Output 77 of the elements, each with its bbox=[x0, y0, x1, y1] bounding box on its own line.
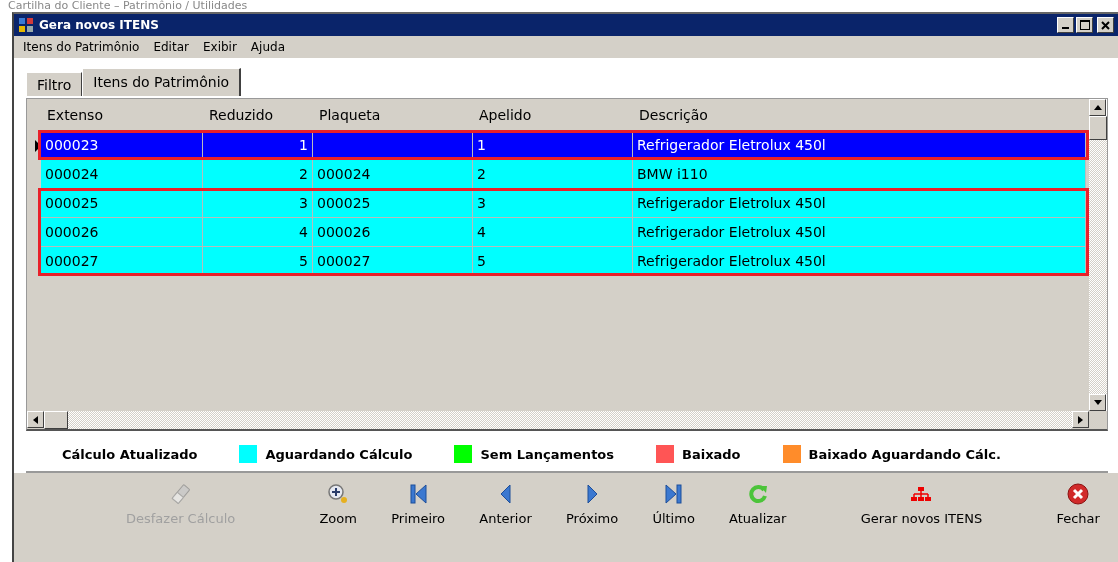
toolbar-button[interactable]: Próximo bbox=[564, 483, 621, 526]
table-cell: Refrigerador Eletrolux 450l bbox=[633, 131, 1086, 159]
table-cell: 000026 bbox=[313, 218, 473, 246]
tab[interactable]: Filtro bbox=[26, 72, 83, 96]
table-cell: 000027 bbox=[313, 247, 473, 275]
maximize-icon bbox=[1079, 20, 1090, 30]
table-cell: 4 bbox=[473, 218, 633, 246]
table-cell: Refrigerador Eletrolux 450l bbox=[633, 247, 1086, 275]
scroll-left-button[interactable] bbox=[27, 411, 44, 428]
table-cell: 5 bbox=[203, 247, 313, 275]
table-cell: 4 bbox=[203, 218, 313, 246]
zoom-icon bbox=[327, 483, 350, 505]
table-cell: 2 bbox=[473, 160, 633, 188]
table-cell: 1 bbox=[473, 131, 633, 159]
table-cell: 000027 bbox=[41, 247, 203, 275]
toolbar-button[interactable]: Zoom bbox=[317, 483, 359, 526]
menu-item[interactable]: Exibir bbox=[202, 40, 237, 54]
down-arrow-icon bbox=[1093, 400, 1102, 405]
table-cell: 000026 bbox=[41, 218, 203, 246]
close-icon bbox=[1101, 20, 1110, 30]
menu-item[interactable]: Ajuda bbox=[250, 40, 285, 54]
scroll-right-button[interactable] bbox=[1072, 411, 1089, 428]
table-cell: 3 bbox=[203, 189, 313, 217]
scroll-thumb[interactable] bbox=[44, 411, 68, 429]
close-icon bbox=[1067, 483, 1090, 505]
table-row[interactable]: 000024 2 000024 2 BMW i110 bbox=[41, 160, 1086, 189]
table-cell: BMW i110 bbox=[633, 160, 1086, 188]
column-header[interactable]: Apelido bbox=[473, 107, 633, 123]
right-arrow-icon bbox=[1078, 415, 1083, 424]
first-record-icon bbox=[407, 483, 430, 505]
table-row[interactable]: 000025 3 000025 3 Refrigerador Eletrolux 450l bbox=[41, 189, 1086, 218]
toolbar-button[interactable]: Anterior bbox=[477, 483, 534, 526]
table-cell: 2 bbox=[203, 160, 313, 188]
tab[interactable]: Itens do Patrimônio bbox=[82, 68, 242, 96]
toolbar-button[interactable]: Gerar novos ITENS bbox=[858, 483, 985, 526]
up-arrow-icon bbox=[1093, 105, 1102, 110]
toolbar-button[interactable]: Último bbox=[650, 483, 697, 526]
scroll-down-button[interactable] bbox=[1089, 394, 1106, 411]
table-cell: Refrigerador Eletrolux 450l bbox=[633, 218, 1086, 246]
column-header[interactable]: Descrição bbox=[633, 107, 1086, 123]
refresh-icon bbox=[746, 483, 769, 505]
menu-item[interactable]: Itens do Patrimônio bbox=[23, 40, 140, 54]
table-cell: 1 bbox=[203, 131, 313, 159]
left-arrow-icon bbox=[33, 415, 38, 424]
toolbar-button[interactable]: Atualizar bbox=[727, 483, 789, 526]
table-row[interactable]: 000027 5 000027 5 Refrigerador Eletrolux 450l bbox=[41, 247, 1086, 276]
scroll-thumb[interactable] bbox=[1089, 116, 1107, 140]
legend-label: Cálculo Atualizado bbox=[62, 446, 198, 462]
legend-label: Sem Lançamentos bbox=[480, 446, 614, 462]
legend-label: Baixado Aguardando Cálc. bbox=[808, 446, 1001, 462]
minimize-button[interactable] bbox=[1057, 17, 1074, 33]
column-header[interactable]: Plaqueta bbox=[313, 107, 473, 123]
menu-item[interactable]: Editar bbox=[153, 40, 189, 54]
column-header[interactable]: Reduzido bbox=[203, 107, 313, 123]
table-cell: 5 bbox=[473, 247, 633, 275]
table-cell: 3 bbox=[473, 189, 633, 217]
table-cell: 000025 bbox=[41, 189, 203, 217]
table-row[interactable]: 000026 4 000026 4 Refrigerador Eletrolux 450l bbox=[41, 218, 1086, 247]
maximize-button[interactable] bbox=[1076, 17, 1093, 33]
app-icon bbox=[18, 17, 34, 33]
table-cell: 000025 bbox=[313, 189, 473, 217]
table-row[interactable]: 000023 1 1 Refrigerador Eletrolux 450l bbox=[41, 131, 1086, 160]
toolbar-button[interactable]: Fechar bbox=[1054, 483, 1102, 526]
table-cell: 000024 bbox=[313, 160, 473, 188]
close-button[interactable] bbox=[1097, 17, 1114, 33]
scroll-up-button[interactable] bbox=[1089, 99, 1106, 116]
window-title: Gera novos ITENS bbox=[39, 18, 159, 32]
table-cell: 000023 bbox=[41, 131, 203, 159]
legend-label: Aguardando Cálculo bbox=[265, 446, 413, 462]
table-cell: 000024 bbox=[41, 160, 203, 188]
table-cell: Refrigerador Eletrolux 450l bbox=[633, 189, 1086, 217]
column-header[interactable]: Extenso bbox=[41, 107, 203, 123]
last-record-icon bbox=[662, 483, 685, 505]
page-header: Cartilha do Cliente – Patrimônio / Utilidades bbox=[7, 0, 249, 12]
toolbar-button[interactable]: Primeiro bbox=[389, 483, 448, 526]
row-pointer-icon bbox=[35, 139, 41, 152]
legend-label: Baixado bbox=[682, 446, 741, 462]
